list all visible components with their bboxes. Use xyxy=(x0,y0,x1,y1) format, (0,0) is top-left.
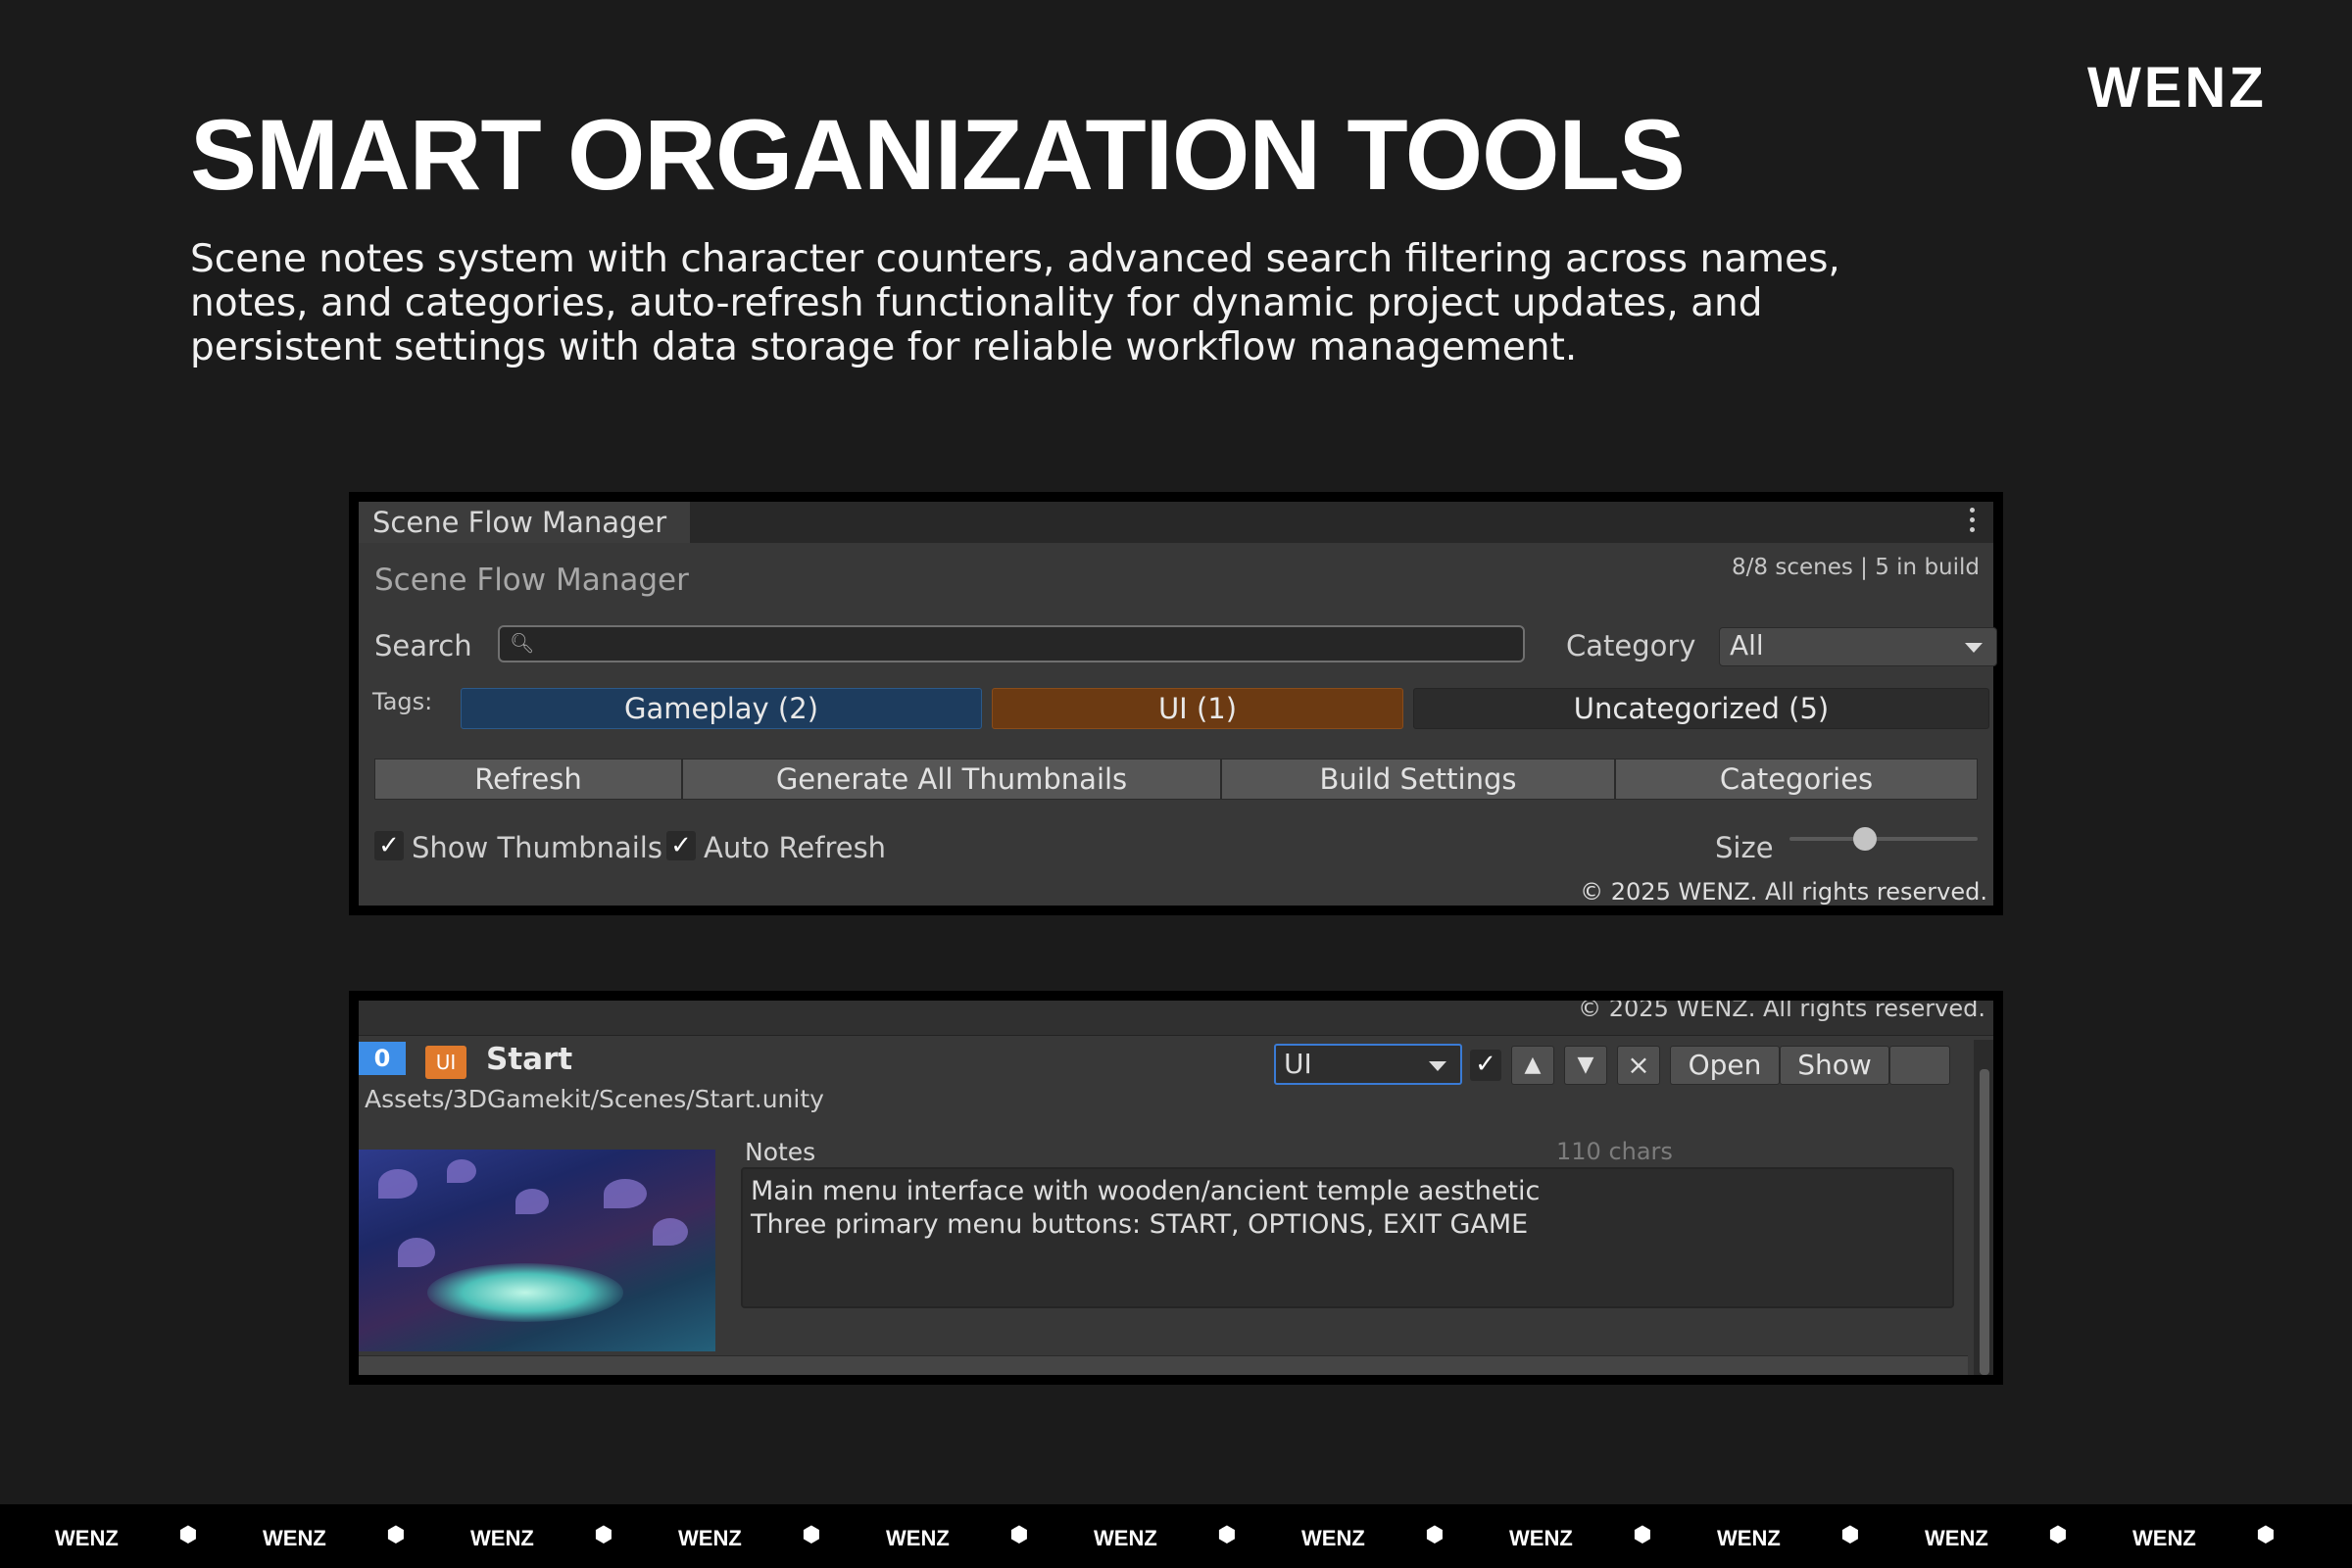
triangle-down-icon: ▼ xyxy=(1577,1053,1594,1077)
window-tab[interactable]: Scene Flow Manager xyxy=(359,502,690,543)
scene-category-dropdown[interactable]: UI xyxy=(1274,1044,1462,1085)
panel-title: Scene Flow Manager xyxy=(374,563,689,598)
ticker-label: WENZ xyxy=(1301,1526,1365,1550)
scene-entry: © 2025 WENZ. All rights reserved. 0 UI S… xyxy=(359,1001,1993,1375)
ticker-label: WENZ xyxy=(886,1526,950,1550)
move-down-button[interactable]: ▼ xyxy=(1564,1046,1607,1085)
ticker-label: WENZ xyxy=(470,1526,534,1550)
size-slider[interactable] xyxy=(1789,827,1978,851)
categories-button[interactable]: Categories xyxy=(1615,759,1978,800)
unity-cube-icon: ⬢ xyxy=(386,1523,406,1547)
remove-button[interactable]: × xyxy=(1617,1046,1660,1085)
category-label: Category xyxy=(1566,629,1696,662)
window-body: Scene Flow Manager 8/8 scenes | 5 in bui… xyxy=(359,543,1997,906)
page-description: Scene notes system with character counte… xyxy=(190,237,1840,369)
unity-cube-icon: ⬢ xyxy=(2256,1523,2276,1547)
notes-label: Notes xyxy=(745,1138,816,1166)
ticker-label: WENZ xyxy=(55,1526,119,1550)
extra-button[interactable] xyxy=(1889,1046,1950,1085)
show-thumbnails-checkbox[interactable]: ✓ xyxy=(374,831,404,860)
slider-handle[interactable] xyxy=(1852,827,1877,851)
unity-cube-icon: ⬢ xyxy=(594,1523,613,1547)
search-label: Search xyxy=(374,629,472,662)
show-thumbnails-label: Show Thumbnails xyxy=(412,831,662,864)
unity-cube-icon: ⬢ xyxy=(178,1523,198,1547)
generate-thumbnails-button[interactable]: Generate All Thumbnails xyxy=(682,759,1221,800)
show-button[interactable]: Show xyxy=(1780,1046,1889,1085)
unity-cube-icon: ⬢ xyxy=(1009,1523,1029,1547)
open-button[interactable]: Open xyxy=(1670,1046,1780,1085)
notes-line: Three primary menu buttons: START, OPTIO… xyxy=(751,1209,1529,1240)
unity-cube-icon: ⬢ xyxy=(1425,1523,1445,1547)
unity-cube-icon: ⬢ xyxy=(1840,1523,1860,1547)
notes-char-count: 110 chars xyxy=(1556,1138,1673,1165)
scrollbar-thumb[interactable] xyxy=(1980,1069,1989,1375)
unity-cube-icon: ⬢ xyxy=(1217,1523,1237,1547)
tag-ui[interactable]: UI (1) xyxy=(992,688,1403,729)
window-tabbar: Scene Flow Manager xyxy=(359,502,1993,543)
scene-count: 8/8 scenes | 5 in build xyxy=(1732,555,1980,580)
category-badge: UI xyxy=(425,1046,466,1079)
move-up-button[interactable]: ▲ xyxy=(1511,1046,1554,1085)
build-settings-button[interactable]: Build Settings xyxy=(1221,759,1615,800)
footer-strip xyxy=(359,1355,1968,1375)
ticker-label: WENZ xyxy=(263,1526,326,1550)
ticker-label: WENZ xyxy=(2132,1526,2196,1550)
scene-path: Assets/3DGamekit/Scenes/Start.unity xyxy=(365,1085,824,1113)
unity-cube-icon: ⬢ xyxy=(1633,1523,1652,1547)
auto-refresh-label: Auto Refresh xyxy=(704,831,887,864)
ticker-label: WENZ xyxy=(1717,1526,1781,1550)
scene-flow-manager-window: Scene Flow Manager Scene Flow Manager 8/… xyxy=(349,492,2003,915)
unity-cube-icon: ⬢ xyxy=(2048,1523,2068,1547)
brand-ticker: WENZ ⬢ WENZ ⬢ WENZ ⬢ WENZ ⬢ WENZ ⬢ WENZ ⬢ WENZ ⬢ WENZ ⬢… xyxy=(0,1504,2352,1568)
tags-label: Tags: xyxy=(372,688,433,715)
scene-thumbnail xyxy=(359,1150,715,1351)
notes-textarea[interactable]: Main menu interface with wooden/ancient … xyxy=(741,1167,1954,1308)
ticker-label: WENZ xyxy=(678,1526,742,1550)
build-index-badge: 0 xyxy=(359,1042,406,1075)
in-build-checkbox[interactable]: ✓ xyxy=(1470,1050,1501,1081)
header-strip: © 2025 WENZ. All rights reserved. xyxy=(359,1001,1993,1036)
ticker-label: WENZ xyxy=(1509,1526,1573,1550)
copyright: © 2025 WENZ. All rights reserved. xyxy=(1578,1001,1985,1022)
search-input[interactable]: 🔍︎ xyxy=(498,625,1525,662)
tag-gameplay[interactable]: Gameplay (2) xyxy=(461,688,982,729)
kebab-menu-icon[interactable] xyxy=(1970,508,1976,535)
scene-name: Start xyxy=(486,1042,573,1077)
page-title: SMART ORGANIZATION TOOLS xyxy=(190,99,1686,211)
ticker-label: WENZ xyxy=(1925,1526,1988,1550)
tag-uncategorized[interactable]: Uncategorized (5) xyxy=(1413,688,1989,729)
scrollbar[interactable] xyxy=(1974,1040,1993,1375)
search-icon: 🔍︎ xyxy=(510,631,535,655)
copyright: © 2025 WENZ. All rights reserved. xyxy=(1580,878,1987,906)
chevron-down-icon xyxy=(1429,1061,1446,1071)
scene-entry-window: © 2025 WENZ. All rights reserved. 0 UI S… xyxy=(349,991,2003,1385)
notes-line: Main menu interface with wooden/ancient … xyxy=(751,1176,1541,1206)
refresh-button[interactable]: Refresh xyxy=(374,759,682,800)
unity-cube-icon: ⬢ xyxy=(802,1523,821,1547)
category-select[interactable]: All xyxy=(1719,627,1997,666)
triangle-up-icon: ▲ xyxy=(1524,1053,1542,1077)
auto-refresh-checkbox[interactable]: ✓ xyxy=(666,831,696,860)
ticker-label: WENZ xyxy=(1094,1526,1157,1550)
toolbar: Refresh Generate All Thumbnails Build Se… xyxy=(374,759,1978,800)
size-label: Size xyxy=(1715,831,1774,864)
chevron-down-icon xyxy=(1965,643,1983,653)
wenz-logo: WENZ xyxy=(2087,56,2267,120)
